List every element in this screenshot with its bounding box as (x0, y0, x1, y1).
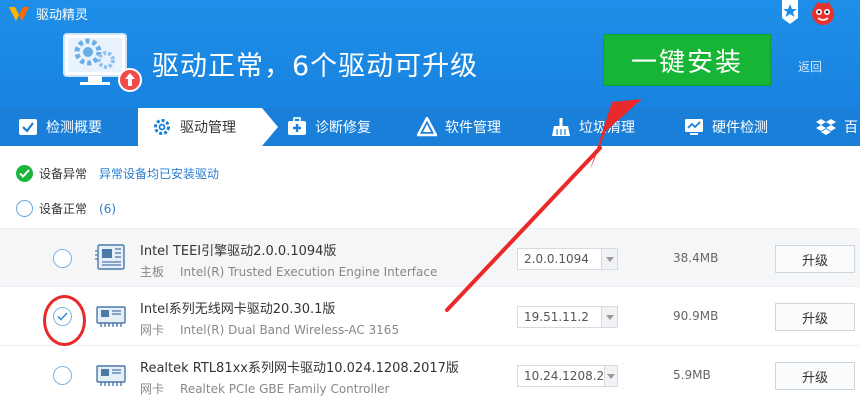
chevron-down-icon[interactable] (601, 249, 617, 269)
tab-detection-overview[interactable]: 检测概要 (18, 108, 102, 146)
normal-count: (6) (99, 201, 117, 216)
driver-subtitle: 网卡 Realtek PCIe GBE Family Controller (140, 380, 389, 397)
driver-subtitle: 网卡 Intel(R) Dual Band Wireless-AC 3165 (140, 321, 399, 338)
table-row: Intel系列无线网卡驱动20.30.1版 网卡 Intel(R) Dual Ba… (0, 287, 860, 346)
tab-label: 驱动管理 (180, 120, 236, 136)
chevron-down-icon[interactable] (604, 366, 617, 386)
triangle-logo-icon (417, 117, 437, 137)
app-logo: 驱动精灵 (8, 4, 88, 23)
main-tab-bar: 检测概要 驱动管理 诊断修复 软件管理 垃圾清理 硬件检测 百 (0, 108, 860, 146)
upgrade-button[interactable]: 升级 (775, 245, 855, 273)
star-badge-icon[interactable] (780, 0, 800, 24)
tab-divider (262, 108, 278, 146)
row-select-radio[interactable] (53, 249, 72, 268)
version-value: 10.24.1208.2 (524, 369, 605, 383)
monster-avatar-icon[interactable] (810, 0, 836, 26)
network-card-icon (96, 306, 126, 327)
abnormal-label: 设备异常 (39, 167, 88, 181)
tab-diagnose-repair[interactable]: 诊断修复 (287, 108, 371, 146)
normal-device-status[interactable]: 设备正常 (6) (16, 200, 116, 217)
status-headline: 驱动正常，6个驱动可升级 (152, 51, 479, 82)
broom-icon (552, 118, 570, 136)
tab-label: 检测概要 (46, 120, 102, 136)
green-check-icon (16, 165, 33, 182)
dropbox-box-icon (816, 119, 836, 135)
driver-device: Realtek PCIe GBE Family Controller (180, 382, 390, 396)
driver-size: 5.9MB (673, 368, 711, 382)
driver-device: Intel(R) Trusted Execution Engine Interf… (180, 265, 438, 279)
driver-category: 网卡 (140, 382, 165, 396)
version-value: 2.0.0.1094 (524, 252, 589, 266)
one-click-install-button[interactable]: 一键安装 (603, 34, 771, 86)
abnormal-device-status: 设备异常 异常设备均已安装驱动 (16, 165, 219, 182)
network-card-icon (96, 365, 126, 386)
version-select[interactable]: 10.24.1208.2 (517, 365, 618, 387)
driver-size: 38.4MB (673, 251, 719, 265)
driver-category: 主板 (140, 265, 165, 279)
driver-size: 90.9MB (673, 309, 719, 323)
motherboard-icon (95, 244, 125, 270)
tab-more-cut-off[interactable]: 百 (816, 108, 858, 146)
upgrade-button[interactable]: 升级 (775, 303, 855, 331)
chart-monitor-icon (685, 119, 703, 135)
driver-subtitle: 主板 Intel(R) Trusted Execution Engine Inte… (140, 263, 437, 280)
tab-label: 百 (844, 120, 858, 136)
table-row: Realtek RTL81xx系列网卡驱动10.024.1208.2017版 网… (0, 346, 860, 403)
driver-device: Intel(R) Dual Band Wireless-AC 3165 (180, 323, 400, 337)
driver-title: Intel系列无线网卡驱动20.30.1版 (140, 302, 336, 317)
tab-driver-management[interactable]: 驱动管理 (138, 108, 262, 146)
abnormal-description: 异常设备均已安装驱动 (99, 167, 220, 181)
back-link[interactable]: 返回 (798, 58, 822, 75)
monitor-check-icon (19, 119, 37, 135)
chevron-down-icon[interactable] (601, 307, 617, 327)
driver-title: Intel TEEI引擎驱动2.0.0.1094版 (140, 244, 337, 259)
driver-title: Realtek RTL81xx系列网卡驱动10.024.1208.2017版 (140, 361, 459, 376)
tab-hardware-detection[interactable]: 硬件检测 (684, 108, 768, 146)
row-select-radio[interactable] (53, 366, 72, 385)
tab-label: 软件管理 (445, 120, 501, 136)
tab-junk-cleanup[interactable]: 垃圾清理 (551, 108, 635, 146)
header-banner: 驱动精灵 驱动正常，6个驱动可升级 一键安装 返回 (0, 0, 860, 108)
app-title: 驱动精灵 (36, 8, 89, 23)
normal-label: 设备正常 (39, 202, 88, 216)
upgrade-button[interactable]: 升级 (775, 362, 855, 390)
collapse-radio-icon[interactable] (16, 200, 33, 217)
tab-software-management[interactable]: 软件管理 (417, 108, 501, 146)
version-select[interactable]: 2.0.0.1094 (517, 248, 618, 270)
version-select[interactable]: 19.51.11.2 (517, 306, 618, 328)
v-logo-icon (9, 6, 29, 21)
medical-kit-icon (288, 117, 306, 135)
tab-label: 硬件检测 (712, 120, 768, 136)
table-row: Intel TEEI引擎驱动2.0.0.1094版 主板 Intel(R) Tru… (0, 228, 860, 287)
monitor-gear-icon (63, 33, 142, 92)
driver-category: 网卡 (140, 323, 165, 337)
gear-icon (154, 119, 170, 135)
version-value: 19.51.11.2 (524, 310, 589, 324)
tab-label: 诊断修复 (315, 120, 371, 136)
annotation-red-circle (43, 295, 86, 346)
driver-management-panel: 设备异常 异常设备均已安装驱动 设备正常 (6) Intel TEEI引擎驱动2… (0, 146, 860, 403)
tab-label: 垃圾清理 (579, 120, 635, 136)
